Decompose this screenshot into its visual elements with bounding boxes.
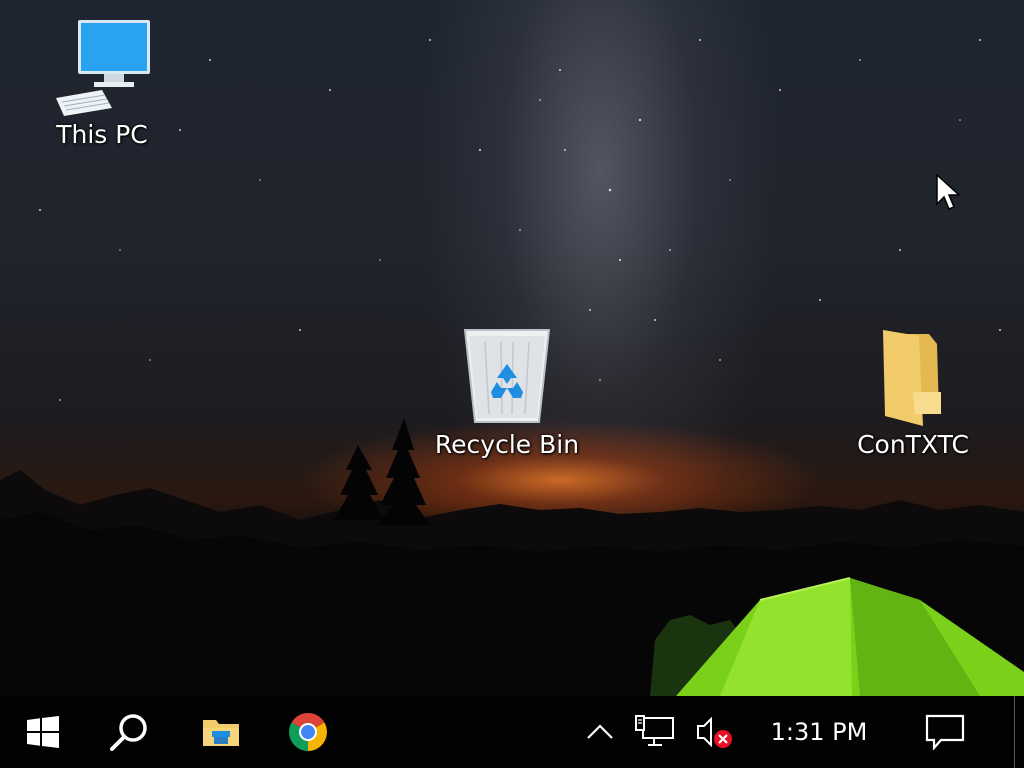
file-explorer-icon: [203, 720, 239, 746]
chevron-up-icon: [587, 724, 613, 739]
network-icon: [635, 715, 674, 746]
desktop-icon-contxtc[interactable]: ConTXTC: [846, 322, 980, 459]
action-center-button[interactable]: [914, 696, 976, 768]
tray-volume-button[interactable]: [688, 696, 738, 768]
windows-logo-icon: [27, 716, 59, 748]
search-icon: [110, 714, 147, 751]
tray-overflow-button[interactable]: [578, 696, 622, 768]
desktop-icon-recycle-bin[interactable]: Recycle Bin: [432, 322, 582, 459]
taskbar-pin-file-explorer[interactable]: [176, 696, 266, 768]
taskbar-clock[interactable]: 1:31 PM: [756, 696, 882, 768]
recycle-bin-icon: [463, 329, 551, 423]
desktop-icon-label: ConTXTC: [857, 430, 969, 459]
desktop-icon-label: Recycle Bin: [434, 430, 580, 459]
clock-time: 1:31 PM: [770, 718, 868, 746]
desktop-icon-this-pc[interactable]: This PC: [44, 16, 160, 149]
chrome-icon: [289, 713, 327, 751]
taskbar: 1:31 PM: [0, 696, 1024, 768]
volume-muted-icon: [697, 716, 732, 748]
desktop-icon-label: This PC: [56, 120, 148, 149]
show-desktop-button[interactable]: [1014, 696, 1024, 768]
this-pc-icon: [56, 20, 150, 116]
action-center-icon: [925, 714, 965, 750]
tray-network-button[interactable]: [630, 696, 680, 768]
start-button[interactable]: [0, 696, 86, 768]
folder-icon: [883, 330, 941, 426]
search-button[interactable]: [86, 696, 172, 768]
mouse-cursor: [936, 174, 961, 210]
desktop[interactable]: This PC Recycle Bin ConTXTC: [0, 0, 1024, 696]
taskbar-pin-chrome[interactable]: [264, 696, 352, 768]
